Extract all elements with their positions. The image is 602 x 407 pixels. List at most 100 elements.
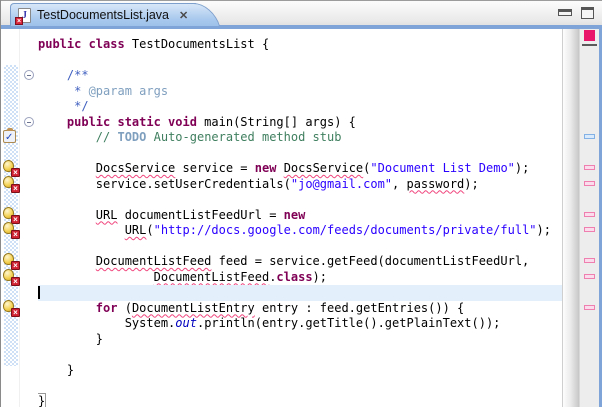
code-editor[interactable]: public class TestDocumentsList { /** * @…	[38, 29, 562, 407]
code-segment: feed = service.getFeed(documentListFeedU…	[211, 254, 529, 268]
error-x-icon: ×	[11, 230, 20, 239]
code-segment	[38, 270, 154, 284]
code-segment: URL	[96, 208, 118, 222]
folding-ruler[interactable]	[20, 29, 38, 407]
code-segment	[276, 161, 283, 175]
error-quickfix-marker-icon[interactable]: ×	[3, 160, 19, 176]
collapse-fold-icon[interactable]	[24, 117, 34, 127]
code-line[interactable]: DocsService service = new DocsService("D…	[38, 161, 562, 177]
code-line[interactable]: * @param args	[38, 84, 562, 100]
error-summary-marker[interactable]	[584, 30, 595, 41]
code-segment: entry : feed.getEntries()) {	[255, 301, 465, 315]
code-segment: );	[537, 223, 551, 237]
vertical-scrollbar[interactable]	[562, 29, 579, 407]
code-line[interactable]	[38, 53, 562, 69]
code-segment: "Document List Demo"	[370, 161, 515, 175]
code-line[interactable]: }	[38, 332, 562, 348]
code-segment: out	[175, 316, 197, 330]
error-quickfix-marker-icon[interactable]: ×	[3, 269, 19, 285]
code-segment: }	[38, 363, 74, 377]
code-segment: }	[38, 394, 45, 407]
overview-error-marker[interactable]	[584, 305, 595, 310]
code-line[interactable]: }	[38, 394, 562, 407]
code-line[interactable]	[38, 146, 562, 162]
error-quickfix-marker-icon[interactable]: ×	[3, 176, 19, 192]
code-line[interactable]: public class TestDocumentsList {	[38, 37, 562, 53]
clipboard-check-icon	[3, 130, 16, 143]
code-segment: documentListFeedUrl =	[117, 208, 283, 222]
overview-ruler[interactable]	[579, 29, 602, 407]
code-segment: @param args	[89, 84, 168, 98]
code-segment	[38, 223, 125, 237]
tab-testdocumentslist[interactable]: J × TestDocumentsList.java ✕	[10, 3, 197, 26]
code-segment: class	[276, 270, 312, 284]
overview-error-marker[interactable]	[584, 227, 595, 232]
code-line[interactable]: DocumentListFeed feed = service.getFeed(…	[38, 254, 562, 270]
code-line[interactable]: */	[38, 99, 562, 115]
task-marker-icon[interactable]	[3, 129, 19, 145]
code-segment: }	[38, 332, 103, 346]
overview-error-marker[interactable]	[584, 274, 595, 279]
error-quickfix-marker-icon[interactable]: ×	[3, 207, 19, 223]
code-segment: *	[38, 84, 89, 98]
code-segment: );	[464, 177, 478, 191]
code-segment: service.setUserCredentials(	[38, 177, 291, 191]
overview-error-marker[interactable]	[584, 212, 595, 217]
error-quickfix-marker-icon[interactable]: ×	[3, 222, 19, 238]
code-segment: );	[515, 161, 529, 175]
collapse-fold-icon[interactable]	[24, 70, 34, 80]
code-segment: /**	[38, 68, 89, 82]
editor-tab-bar: J × TestDocumentsList.java ✕	[1, 0, 602, 25]
code-segment: main(String[] args) {	[197, 115, 356, 129]
code-line[interactable]: System.out.println(entry.getTitle().getP…	[38, 316, 562, 332]
code-segment: DocumentListFeed	[154, 270, 270, 284]
code-line[interactable]: }	[38, 363, 562, 379]
code-line[interactable]	[38, 239, 562, 255]
code-segment: TODO	[117, 130, 146, 144]
code-segment: DocsService	[284, 161, 363, 175]
current-code-line[interactable]	[38, 285, 562, 301]
code-segment: TestDocumentsList {	[125, 37, 270, 51]
code-segment	[38, 254, 96, 268]
code-segment: ,	[392, 177, 406, 191]
maximize-icon[interactable]	[581, 7, 594, 19]
annotation-ruler[interactable]: ×××××××	[1, 29, 20, 407]
code-line[interactable]	[38, 192, 562, 208]
error-quickfix-marker-icon[interactable]: ×	[3, 300, 19, 316]
overview-error-marker[interactable]	[584, 181, 595, 186]
error-quickfix-marker-icon[interactable]: ×	[3, 253, 19, 269]
code-line[interactable]: /**	[38, 68, 562, 84]
code-segment: "jo@gmail.com"	[291, 177, 392, 191]
code-line[interactable]	[38, 347, 562, 363]
code-line[interactable]: public static void main(String[] args) {	[38, 115, 562, 131]
code-segment: (	[146, 223, 153, 237]
code-segment	[38, 161, 96, 175]
code-segment: DocsService	[96, 161, 175, 175]
code-line[interactable]: URL documentListFeedUrl = new	[38, 208, 562, 224]
code-line[interactable]: for (DocumentListEntry entry : feed.getE…	[38, 301, 562, 317]
error-x-icon: ×	[11, 277, 20, 286]
code-line[interactable]: URL("http://docs.google.com/feeds/docume…	[38, 223, 562, 239]
code-segment	[38, 115, 67, 129]
minimize-icon[interactable]	[558, 9, 572, 16]
error-x-icon: ×	[11, 308, 20, 317]
close-icon[interactable]: ✕	[179, 9, 188, 22]
code-line[interactable]	[38, 378, 562, 394]
text-cursor	[38, 286, 40, 299]
code-line[interactable]: // TODO Auto-generated method stub	[38, 130, 562, 146]
code-segment: "http://docs.google.com/feeds/documents/…	[154, 223, 537, 237]
code-segment: service =	[175, 161, 254, 175]
overview-error-marker[interactable]	[584, 258, 595, 263]
code-segment: );	[313, 270, 327, 284]
code-segment: DocumentListEntry	[132, 301, 255, 315]
code-segment: new	[255, 161, 277, 175]
view-controls	[558, 7, 594, 19]
code-segment: //	[38, 130, 117, 144]
overview-error-marker[interactable]	[584, 165, 595, 170]
code-line[interactable]: DocumentListFeed.class);	[38, 270, 562, 286]
overview-task-marker[interactable]	[584, 134, 595, 139]
code-line[interactable]: service.setUserCredentials("jo@gmail.com…	[38, 177, 562, 193]
code-segment: (	[117, 301, 131, 315]
eclipse-editor-window: J × TestDocumentsList.java ✕ ××××××× pub…	[0, 0, 602, 407]
overview-separator	[582, 44, 597, 46]
